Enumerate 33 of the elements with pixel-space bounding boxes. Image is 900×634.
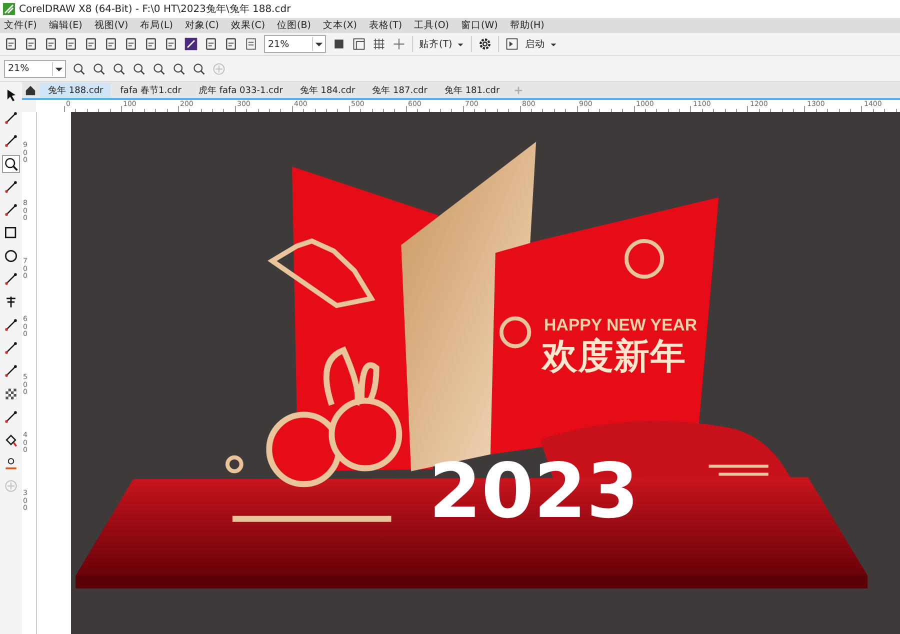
rulers-icon[interactable] [352,37,366,51]
menu-item[interactable]: 窗口(W) [461,19,498,32]
zoom-level-dropdown[interactable]: 21% [4,60,66,78]
menu-item[interactable]: 对象(C) [184,19,219,32]
launch-icon[interactable] [505,37,520,51]
guidelines-icon[interactable] [392,37,406,51]
window-title: CorelDRAW X8 (64-Bit) - F:\0 HT\2023兔年\兔年 188.cdr [19,3,291,16]
menu-item[interactable]: 文本(X) [322,19,357,32]
menu-item[interactable]: 帮助(H) [510,19,544,32]
menu-item[interactable]: 表格(T) [368,19,402,32]
launch-dropdown[interactable]: 启动 [525,38,558,50]
menu-item[interactable]: 视图(V) [94,19,128,32]
happy-new-year-text: HAPPY NEW YEAR [544,315,698,334]
menu-item[interactable]: 布局(L) [140,19,173,32]
caret-icon[interactable] [312,37,325,51]
app-logo-icon [3,3,15,15]
menu-item[interactable]: 效果(C) [231,19,266,32]
document-tab[interactable]: 兔年 188.cdr [40,82,112,98]
caret-icon[interactable] [52,62,65,76]
headline-text: 欢度新年 [542,336,686,378]
menu-item[interactable]: 位图(B) [277,19,311,32]
zoom-level-dropdown[interactable]: 21% [264,35,326,53]
zoom-icon[interactable] [2,155,20,173]
settings-icon[interactable] [478,37,492,51]
ellipse-icon[interactable] [2,247,20,265]
menu-item[interactable]: 工具(O) [414,19,450,32]
grid-icon[interactable] [372,37,386,51]
snap-to-dropdown[interactable]: 贴齐(T) [419,38,466,50]
home-icon[interactable] [25,84,36,96]
year-text: 2023 [428,446,639,535]
menu-item[interactable]: 文件(F) [4,19,37,32]
application-launcher-icon[interactable] [184,37,198,51]
menu-item[interactable]: 编辑(E) [48,19,82,32]
